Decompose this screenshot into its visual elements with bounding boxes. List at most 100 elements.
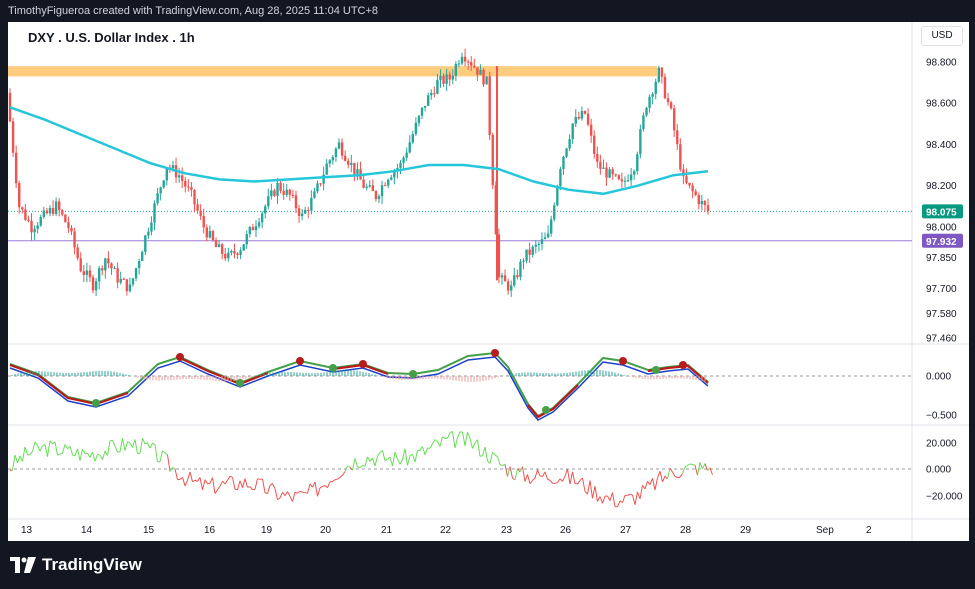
osc-line-segment — [102, 451, 106, 460]
osc-line-segment — [287, 491, 291, 497]
candle-body — [128, 284, 132, 292]
candle-body — [485, 76, 488, 85]
candle-body — [131, 278, 135, 285]
osc-line-segment — [32, 441, 36, 452]
candle-body — [57, 201, 61, 211]
osc-line-segment — [334, 478, 338, 481]
osc-line-segment — [684, 464, 688, 468]
time-tick-label: 16 — [204, 525, 216, 536]
candle-body — [230, 251, 233, 253]
osc-line-segment — [139, 438, 143, 454]
candle-body — [442, 75, 445, 84]
osc-line-segment — [482, 446, 486, 457]
osc-line-segment — [404, 448, 408, 466]
osc-line-segment — [337, 477, 341, 480]
candle-body — [211, 231, 215, 241]
candle-body — [497, 234, 501, 278]
candle-body — [614, 174, 617, 176]
candle-body — [331, 157, 335, 161]
candle-body — [451, 75, 454, 80]
osc-line-segment — [562, 475, 566, 482]
candle-body — [479, 69, 482, 75]
candle-body — [414, 122, 418, 135]
osc-tick-label: 0.000 — [926, 465, 951, 476]
candle-body — [556, 186, 559, 206]
tradingview-logo[interactable]: TradingView — [10, 555, 142, 575]
candle-body — [291, 194, 295, 196]
osc-line-segment — [534, 469, 538, 479]
osc-line-segment — [559, 478, 563, 482]
chart-canvas[interactable]: 98.800 98.600 98.400 98.200 98.000 97.850 97.7… — [8, 22, 969, 541]
candle-body — [328, 160, 331, 164]
time-tick-label: 27 — [620, 525, 632, 536]
osc-line-segment — [147, 442, 151, 449]
candle-body — [528, 249, 531, 255]
osc-line-segment — [439, 436, 443, 447]
candle-body — [488, 76, 491, 135]
osc-line-segment — [354, 458, 358, 467]
osc-line-segment — [424, 447, 428, 455]
candle-body — [666, 98, 670, 103]
time-tick-label: 2 — [866, 525, 872, 536]
osc-line-segment — [447, 432, 451, 439]
candle-body — [251, 226, 255, 231]
candle-body — [537, 244, 541, 246]
candle-body — [322, 174, 325, 184]
candle-body — [310, 197, 313, 211]
osc-line-segment — [107, 440, 111, 456]
candle-body — [405, 152, 408, 158]
osc-line-segment — [397, 458, 401, 465]
osc-line-segment — [509, 466, 513, 479]
candle-body — [525, 249, 528, 261]
candle-body — [61, 210, 64, 215]
candle-body — [353, 162, 356, 175]
candle-body — [368, 185, 371, 187]
osc-line-segment — [687, 463, 691, 466]
candle-body — [688, 182, 691, 186]
osc-line-segment — [184, 480, 188, 487]
candle-body — [466, 61, 470, 63]
macd-cross-dot — [491, 349, 499, 357]
rsi-pane — [8, 431, 912, 508]
candle-body — [85, 270, 89, 275]
osc-line-segment — [607, 495, 611, 501]
osc-line-segment — [279, 492, 283, 499]
osc-line-segment — [339, 474, 343, 478]
osc-line-segment — [47, 440, 51, 457]
chart-area[interactable]: 98.800 98.600 98.400 98.200 98.000 97.850 97.7… — [8, 22, 969, 541]
resistance-band — [8, 66, 657, 77]
candle-body — [565, 148, 568, 157]
candle-body — [654, 81, 657, 94]
candle-body — [303, 209, 307, 214]
osc-line-segment — [529, 480, 533, 485]
osc-line-segment — [389, 456, 393, 467]
candle-body — [340, 142, 344, 156]
candle-body — [82, 271, 85, 275]
osc-line-segment — [317, 487, 321, 497]
osc-line-segment — [557, 478, 561, 483]
price-tick-label: 98.800 — [926, 58, 957, 69]
candle-body — [374, 191, 378, 200]
candle-body — [110, 263, 113, 269]
osc-line-segment — [544, 471, 548, 480]
macd-cross-dot — [92, 399, 100, 407]
candle-body — [202, 215, 205, 228]
osc-line-segment — [142, 437, 146, 445]
candle-body — [430, 92, 433, 96]
osc-line-segment — [117, 451, 121, 453]
candle-body — [116, 268, 119, 283]
currency-button[interactable]: USD — [921, 26, 963, 46]
osc-line-segment — [434, 439, 438, 443]
osc-line-segment — [639, 485, 643, 499]
osc-line-segment — [672, 471, 676, 477]
osc-line-segment — [372, 457, 376, 467]
candle-body — [21, 207, 24, 210]
candle-body — [679, 144, 682, 170]
osc-line-segment — [554, 481, 558, 484]
osc-line-segment — [57, 453, 61, 456]
candle-body — [184, 180, 187, 187]
candle-body — [700, 201, 704, 205]
candle-body — [239, 250, 242, 256]
candle-body — [45, 210, 49, 214]
candle-body — [270, 190, 273, 197]
